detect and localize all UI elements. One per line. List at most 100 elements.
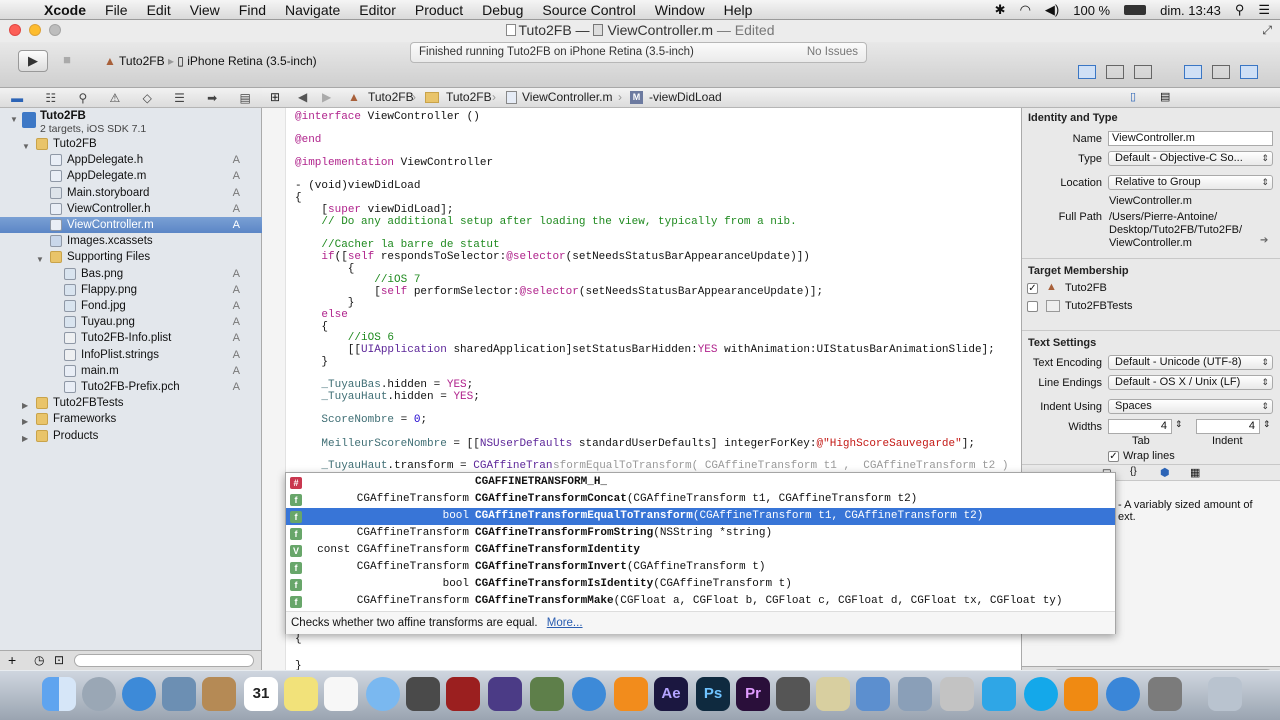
menu-window[interactable]: Window bbox=[655, 2, 705, 18]
type-popup[interactable]: Default - Objective-C So... bbox=[1108, 151, 1273, 166]
code-line[interactable]: - (void)viewDidLoad bbox=[295, 180, 420, 193]
photo-booth-icon[interactable] bbox=[446, 677, 480, 711]
completion-item[interactable]: f CGAffineTransform CGAffineTransformInver… bbox=[286, 559, 1115, 576]
jump-item-project[interactable]: Tuto2FB bbox=[368, 88, 414, 107]
navigator-row[interactable]: AppDelegate.m A bbox=[0, 168, 262, 184]
preview-icon[interactable] bbox=[816, 677, 850, 711]
indent-width-stepper[interactable]: ⇕ bbox=[1263, 419, 1271, 430]
code-line[interactable]: if([self respondsToSelector:@selector(se… bbox=[295, 251, 810, 264]
completion-item[interactable]: f bool CGAffineTransformIsIdentity(CGAffin… bbox=[286, 576, 1115, 593]
project-name[interactable]: Tuto2FB bbox=[40, 110, 86, 122]
after-effects-icon[interactable]: Ae bbox=[654, 677, 688, 711]
navigator-filter-input[interactable] bbox=[74, 654, 254, 667]
skype-icon[interactable] bbox=[1024, 677, 1058, 711]
completion-item[interactable]: # CGAFFINETRANSFORM_H_ bbox=[286, 474, 1115, 491]
run-button[interactable]: ▶ bbox=[18, 50, 48, 72]
battery-status[interactable]: 100 % bbox=[1073, 3, 1110, 18]
code-line[interactable]: { bbox=[295, 633, 302, 646]
completion-item[interactable]: Vconst CGAffineTransform CGAffineTransfor… bbox=[286, 542, 1115, 559]
encoding-popup[interactable]: Default - Unicode (UTF-8) bbox=[1108, 355, 1273, 370]
completion-item[interactable]: f CGAffineTransform CGAffineTransformConca… bbox=[286, 491, 1115, 508]
facetime-icon[interactable] bbox=[406, 677, 440, 711]
code-line[interactable]: ScoreNombre = 0; bbox=[295, 414, 427, 427]
disclosure-triangle-icon[interactable]: ▼ bbox=[10, 115, 18, 124]
navigator-row[interactable]: Tuyau.png A bbox=[0, 314, 262, 330]
editor-gutter[interactable] bbox=[262, 108, 286, 670]
navigator-row[interactable]: ▼ Tuto2FB bbox=[0, 136, 262, 152]
indent-using-popup[interactable]: Spaces bbox=[1108, 399, 1273, 414]
test-navigator-icon[interactable]: ◇ bbox=[143, 91, 152, 105]
navigator-row[interactable]: main.m A bbox=[0, 363, 262, 379]
menu-source-control[interactable]: Source Control bbox=[542, 2, 635, 18]
navigator-row[interactable]: ViewController.m A bbox=[0, 217, 262, 233]
ibooks-icon[interactable] bbox=[614, 677, 648, 711]
navigator-row[interactable]: ▶ Tuto2FBTests bbox=[0, 395, 262, 411]
target-tests-checkbox[interactable] bbox=[1027, 301, 1038, 312]
screen-recorder-icon[interactable] bbox=[776, 677, 810, 711]
notes-icon[interactable] bbox=[284, 677, 318, 711]
version-editor-button[interactable] bbox=[1134, 65, 1152, 79]
indent-width-field[interactable]: 4 bbox=[1196, 419, 1260, 434]
code-line[interactable]: // Do any additional setup after loading… bbox=[295, 216, 796, 229]
code-line[interactable]: _TuyauHaut.hidden = YES; bbox=[295, 391, 479, 404]
xcode-icon[interactable] bbox=[898, 677, 932, 711]
reveal-in-finder-icon[interactable]: ➔ bbox=[1260, 235, 1268, 246]
calendar-icon[interactable]: 31 bbox=[244, 677, 278, 711]
log-navigator-icon[interactable]: ▤ bbox=[240, 91, 251, 105]
jump-item-method[interactable]: -viewDidLoad bbox=[649, 88, 722, 107]
premiere-icon[interactable]: Pr bbox=[736, 677, 770, 711]
completion-item[interactable]: f bool CGAffineTransformEqualToTransform(C… bbox=[286, 508, 1115, 525]
add-file-icon[interactable]: + bbox=[8, 652, 16, 668]
fullscreen-icon[interactable]: ⤢ bbox=[1262, 20, 1272, 40]
jump-item-group[interactable]: Tuto2FB bbox=[446, 88, 492, 107]
photoshop-icon[interactable]: Ps bbox=[696, 677, 730, 711]
issue-navigator-icon[interactable]: ⚠ bbox=[110, 91, 121, 105]
stop-button[interactable]: ■ bbox=[56, 50, 78, 72]
navigator-row[interactable]: ViewController.h A bbox=[0, 201, 262, 217]
completion-item[interactable]: f CGAffineTransform CGAffineTransformMake(… bbox=[286, 593, 1115, 610]
navigator-row[interactable]: Main.storyboard A bbox=[0, 185, 262, 201]
contacts-icon[interactable] bbox=[202, 677, 236, 711]
close-window-button[interactable] bbox=[9, 24, 21, 36]
search-icon[interactable]: ⚲ bbox=[1235, 2, 1245, 18]
location-popup[interactable]: Relative to Group bbox=[1108, 175, 1273, 190]
name-field[interactable]: ViewController.m bbox=[1108, 131, 1273, 146]
system-preferences-icon[interactable] bbox=[1148, 677, 1182, 711]
forward-button[interactable]: ▶ bbox=[322, 88, 331, 107]
navigator-row[interactable]: ▶ Frameworks bbox=[0, 411, 262, 427]
code-snippet-library-icon[interactable]: {} bbox=[1130, 466, 1137, 477]
navigator-row[interactable]: Images.xcassets bbox=[0, 233, 262, 249]
imovie-icon[interactable] bbox=[488, 677, 522, 711]
line-endings-popup[interactable]: Default - OS X / Unix (LF) bbox=[1108, 375, 1273, 390]
object-library-icon[interactable]: ⬢ bbox=[1160, 466, 1170, 479]
back-button[interactable]: ◀ bbox=[298, 88, 307, 107]
menu-product[interactable]: Product bbox=[415, 2, 463, 18]
zoom-window-button[interactable] bbox=[49, 24, 61, 36]
code-line[interactable]: @implementation ViewController bbox=[295, 157, 493, 170]
navigator-row[interactable]: Bas.png A bbox=[0, 266, 262, 282]
recent-files-icon[interactable]: ◷ bbox=[34, 653, 44, 667]
menu-file[interactable]: File bbox=[105, 2, 128, 18]
code-line[interactable]: } bbox=[295, 356, 328, 369]
finder-icon[interactable] bbox=[42, 677, 76, 711]
menu-edit[interactable]: Edit bbox=[147, 2, 171, 18]
tab-width-stepper[interactable]: ⇕ bbox=[1175, 419, 1183, 430]
toggle-utilities-button[interactable] bbox=[1240, 65, 1258, 79]
navigator-row[interactable]: ▼ Supporting Files bbox=[0, 249, 262, 265]
menu-find[interactable]: Find bbox=[239, 2, 266, 18]
breakpoint-navigator-icon[interactable]: ➡ bbox=[207, 91, 217, 105]
clock[interactable]: dim. 13:43 bbox=[1160, 3, 1221, 18]
tab-width-field[interactable]: 4 bbox=[1108, 419, 1172, 434]
app-store-icon[interactable] bbox=[856, 677, 890, 711]
vlc-icon[interactable] bbox=[1064, 677, 1098, 711]
menu-debug[interactable]: Debug bbox=[482, 2, 523, 18]
project-navigator-icon[interactable]: ▬ bbox=[11, 91, 23, 105]
app-store-a-icon[interactable] bbox=[1106, 677, 1140, 711]
wifi-icon[interactable]: ◠ bbox=[1020, 2, 1031, 18]
messages-icon[interactable] bbox=[366, 677, 400, 711]
navigator-row[interactable]: InfoPlist.strings A bbox=[0, 347, 262, 363]
code-line[interactable]: [self performSelector:@selector(setNeeds… bbox=[295, 286, 823, 299]
twitter-icon[interactable] bbox=[982, 677, 1016, 711]
menu-app-name[interactable]: Xcode bbox=[44, 2, 86, 18]
mail-stamp-icon[interactable] bbox=[162, 677, 196, 711]
